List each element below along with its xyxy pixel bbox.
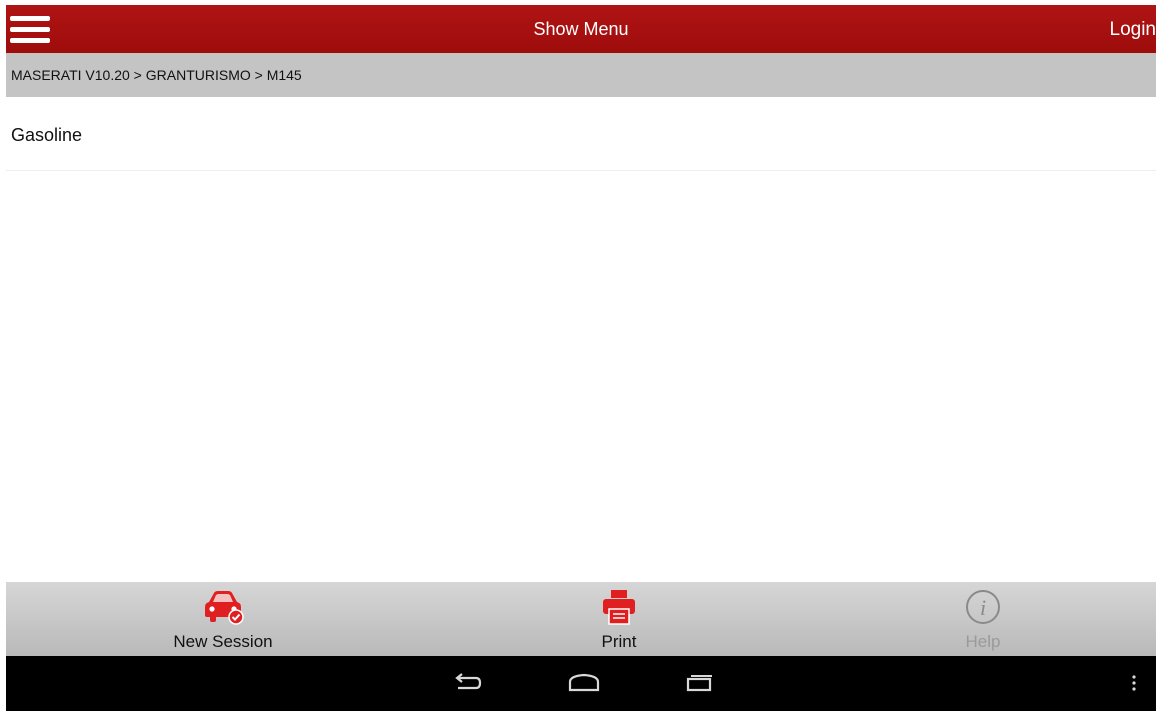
recent-apps-icon[interactable] — [678, 668, 718, 698]
breadcrumb: MASERATI V10.20 > GRANTURISMO > M145 — [6, 53, 1156, 97]
selection-list: Gasoline — [6, 97, 1156, 582]
back-icon[interactable] — [446, 668, 486, 698]
breadcrumb-path: MASERATI V10.20 > GRANTURISMO > M145 — [11, 67, 302, 83]
help-label: Help — [965, 632, 1001, 651]
new-session-label: New Session — [173, 632, 273, 651]
home-icon[interactable] — [564, 668, 604, 698]
overflow-menu-icon[interactable] — [1124, 668, 1144, 698]
car-check-icon — [205, 591, 244, 625]
svg-text:i: i — [980, 595, 986, 620]
info-circle-icon: i — [966, 590, 1000, 624]
printer-icon — [603, 590, 635, 625]
help-button[interactable]: i Help — [873, 582, 1093, 656]
print-label: Print — [601, 632, 637, 651]
new-session-button[interactable]: New Session — [113, 582, 333, 656]
page-title[interactable]: Show Menu — [6, 19, 1156, 40]
bottom-toolbar: New Session Print i Help — [6, 582, 1156, 656]
system-nav-bar — [6, 656, 1156, 711]
list-item-gasoline[interactable]: Gasoline — [6, 97, 1156, 171]
app-screen: Show Menu Login MASERATI V10.20 > GRANTU… — [0, 0, 1156, 711]
header-bar: Show Menu Login — [6, 5, 1156, 53]
login-button[interactable]: Login — [1110, 19, 1156, 41]
print-button[interactable]: Print — [509, 582, 729, 656]
